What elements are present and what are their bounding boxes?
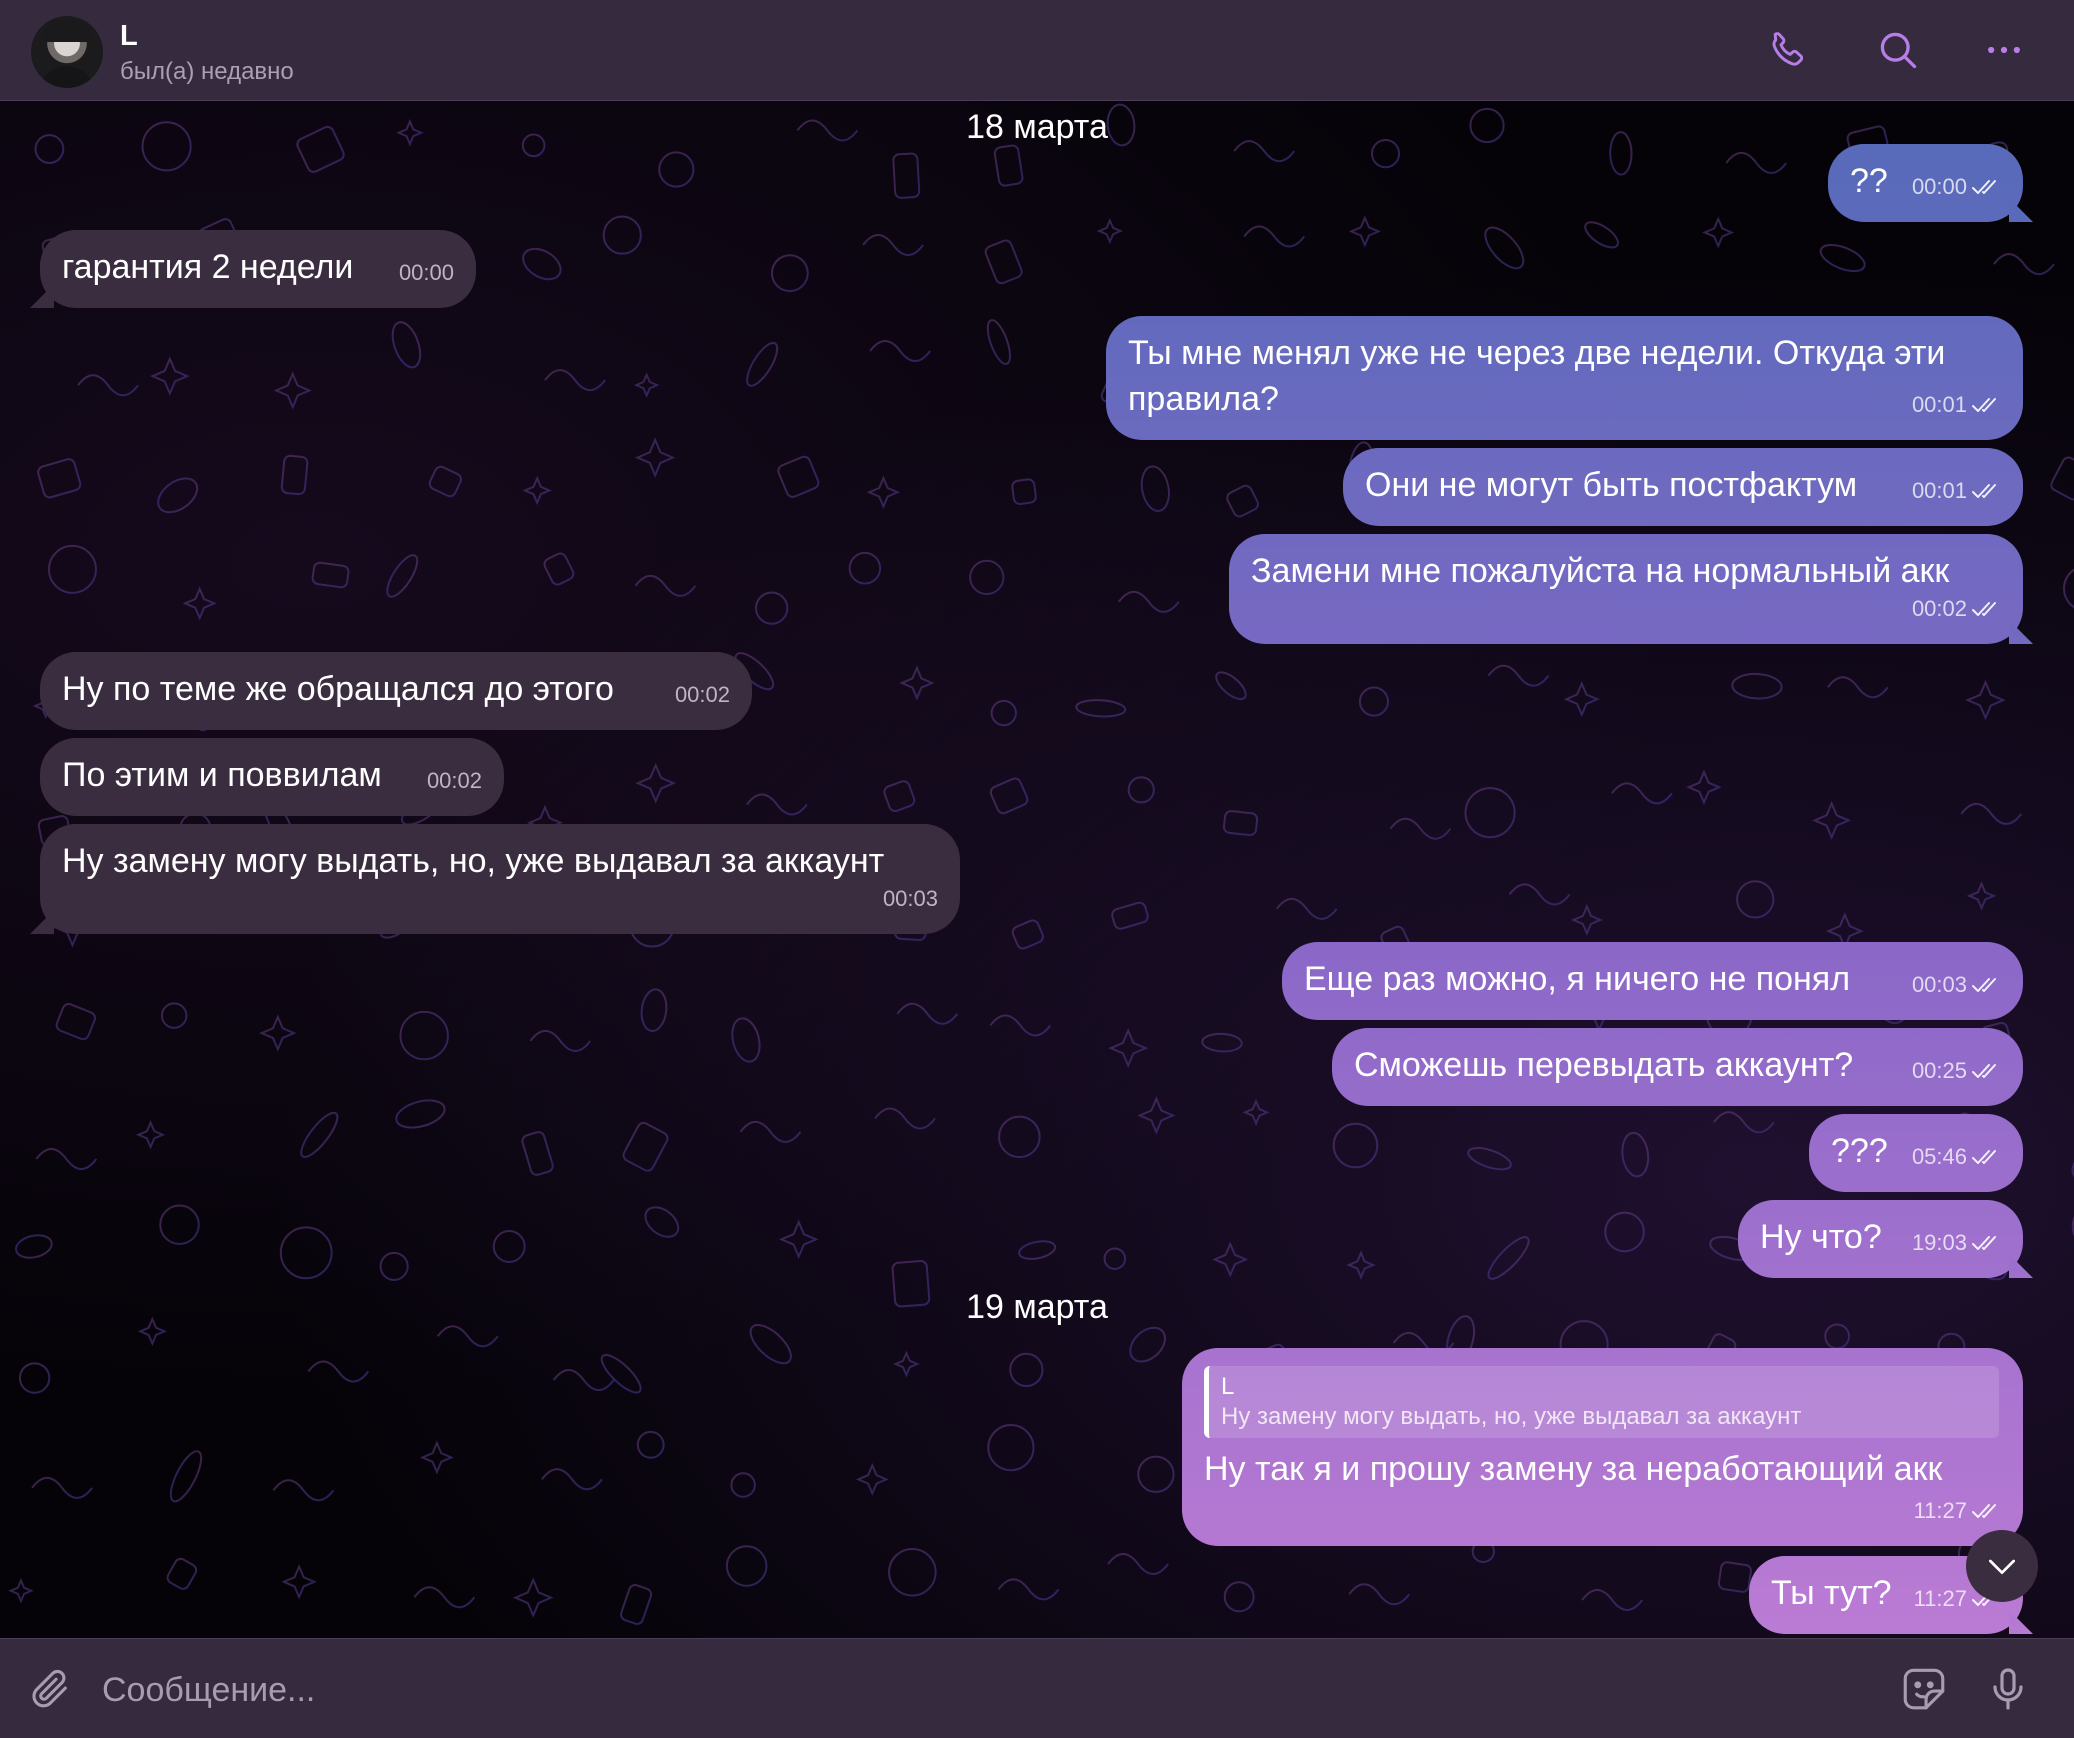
message-meta: 00:02 bbox=[427, 758, 482, 804]
attach-icon[interactable] bbox=[24, 1663, 76, 1715]
double-check-icon bbox=[1971, 178, 2001, 196]
message-meta: 00:03 bbox=[1912, 962, 2001, 1008]
message-text: гарантия 2 недели bbox=[62, 248, 354, 286]
message-meta: 00:00 bbox=[1912, 164, 2001, 210]
more-icon[interactable] bbox=[1980, 26, 2028, 74]
double-check-icon bbox=[1971, 396, 2001, 414]
message-text: Еще раз можно, я ничего не понял bbox=[1304, 960, 1851, 998]
reply-quote[interactable]: L Ну замену могу выдать, но, уже выдавал… bbox=[1204, 1366, 1999, 1438]
message-input[interactable] bbox=[100, 1659, 1884, 1721]
message-bubble-incoming[interactable]: Ну замену могу выдать, но, уже выдавал з… bbox=[40, 824, 960, 934]
message-text: ?? bbox=[1850, 162, 1888, 200]
message-meta: 00:02 bbox=[1912, 586, 2001, 632]
chat-title[interactable]: L bbox=[120, 20, 138, 53]
sticker-emoji-icon[interactable] bbox=[1896, 1661, 1952, 1717]
message-text: Сможешь перевыдать аккаунт? bbox=[1354, 1046, 1854, 1084]
double-check-icon bbox=[1971, 482, 2001, 500]
message-time: 00:02 bbox=[1911, 596, 1967, 621]
message-bubble-outgoing[interactable]: Замени мне пожалуйста на нормальный акк … bbox=[1229, 534, 2023, 644]
message-bubble-outgoing[interactable]: Они не могут быть постфактум 00:01 bbox=[1343, 448, 2023, 526]
message-time: 00:00 bbox=[398, 260, 454, 285]
message-text-line: правила? bbox=[1128, 380, 1279, 418]
message-text: Ну что? bbox=[1760, 1218, 1882, 1256]
message-time: 11:27 bbox=[1913, 1498, 1967, 1523]
date-separator: 19 марта bbox=[966, 1288, 1108, 1326]
message-time: 00:25 bbox=[1911, 1058, 1967, 1083]
microphone-icon[interactable] bbox=[1980, 1661, 2036, 1717]
message-text-line: Ты мне менял уже не через две недели. От… bbox=[1128, 334, 1946, 372]
message-time: 19:03 bbox=[1911, 1230, 1967, 1255]
message-bubble-outgoing[interactable]: Еще раз можно, я ничего не понял 00:03 bbox=[1282, 942, 2023, 1020]
scroll-down-button[interactable] bbox=[1966, 1530, 2038, 1602]
message-meta: 05:46 bbox=[1912, 1134, 2001, 1180]
double-check-icon bbox=[1971, 1234, 2001, 1252]
avatar[interactable] bbox=[31, 16, 103, 88]
message-time: 00:03 bbox=[1911, 972, 1967, 997]
double-check-icon bbox=[1971, 1062, 2001, 1080]
message-meta: 00:02 bbox=[675, 672, 730, 718]
message-time: 05:46 bbox=[1911, 1144, 1967, 1169]
phone-icon[interactable] bbox=[1764, 26, 1812, 74]
message-composer bbox=[0, 1638, 2074, 1738]
double-check-icon bbox=[1971, 976, 2001, 994]
message-meta: 00:00 bbox=[399, 250, 454, 296]
search-icon[interactable] bbox=[1874, 26, 1922, 74]
message-time: 00:03 bbox=[882, 886, 938, 911]
message-bubble-incoming[interactable]: Ну по теме же обращался до этого 00:02 bbox=[40, 652, 752, 730]
message-time: 00:01 bbox=[1911, 478, 1967, 503]
message-bubble-outgoing[interactable]: Ну что? 19:03 bbox=[1738, 1200, 2023, 1278]
message-meta: 00:25 bbox=[1912, 1048, 2001, 1094]
chat-status: был(а) недавно bbox=[120, 58, 294, 85]
chat-header: L был(а) недавно bbox=[0, 0, 2074, 101]
message-meta: 19:03 bbox=[1912, 1220, 2001, 1266]
message-text: Ну по теме же обращался до этого bbox=[62, 670, 614, 708]
message-text: Они не могут быть постфактум bbox=[1365, 466, 1858, 504]
message-bubble-incoming[interactable]: гарантия 2 недели 00:00 bbox=[40, 230, 476, 308]
message-text: Ты тут? bbox=[1771, 1574, 1892, 1612]
message-time: 00:01 bbox=[1911, 392, 1967, 417]
message-time: 00:02 bbox=[426, 768, 482, 793]
reply-author: L bbox=[1221, 1373, 1235, 1400]
message-bubble-outgoing[interactable]: Ты мне менял уже не через две недели. От… bbox=[1106, 316, 2023, 440]
double-check-icon bbox=[1971, 1502, 2001, 1520]
message-time: 11:27 bbox=[1913, 1586, 1967, 1611]
double-check-icon bbox=[1971, 600, 2001, 618]
message-time: 00:00 bbox=[1911, 174, 1967, 199]
message-text: По этим и поввилам bbox=[62, 756, 382, 794]
message-text: Ну замену могу выдать, но, уже выдавал з… bbox=[62, 842, 885, 880]
message-text: Замени мне пожалуйста на нормальный акк bbox=[1251, 552, 1950, 590]
message-bubble-outgoing[interactable]: ??? 05:46 bbox=[1809, 1114, 2023, 1192]
chevron-down-icon bbox=[1989, 1559, 2015, 1574]
double-check-icon bbox=[1971, 1148, 2001, 1166]
message-bubble-incoming[interactable]: По этим и поввилам 00:02 bbox=[40, 738, 504, 816]
date-separator: 18 марта bbox=[966, 108, 1108, 146]
message-bubble-outgoing[interactable]: Сможешь перевыдать аккаунт? 00:25 bbox=[1332, 1028, 2023, 1106]
message-bubble-outgoing[interactable]: ?? 00:00 bbox=[1828, 144, 2023, 222]
message-bubble-outgoing-reply[interactable]: L Ну замену могу выдать, но, уже выдавал… bbox=[1182, 1348, 2023, 1546]
message-text: Ну так я и прошу замену за неработающий … bbox=[1204, 1450, 1943, 1488]
message-meta: 00:03 bbox=[883, 876, 938, 922]
message-text: ??? bbox=[1831, 1132, 1888, 1170]
reply-text: Ну замену могу выдать, но, уже выдавал з… bbox=[1221, 1403, 1802, 1430]
message-meta: 11:27 bbox=[1914, 1488, 2001, 1534]
message-time: 00:02 bbox=[674, 682, 730, 707]
message-meta: 00:01 bbox=[1912, 468, 2001, 514]
message-meta: 00:01 bbox=[1912, 382, 2001, 428]
